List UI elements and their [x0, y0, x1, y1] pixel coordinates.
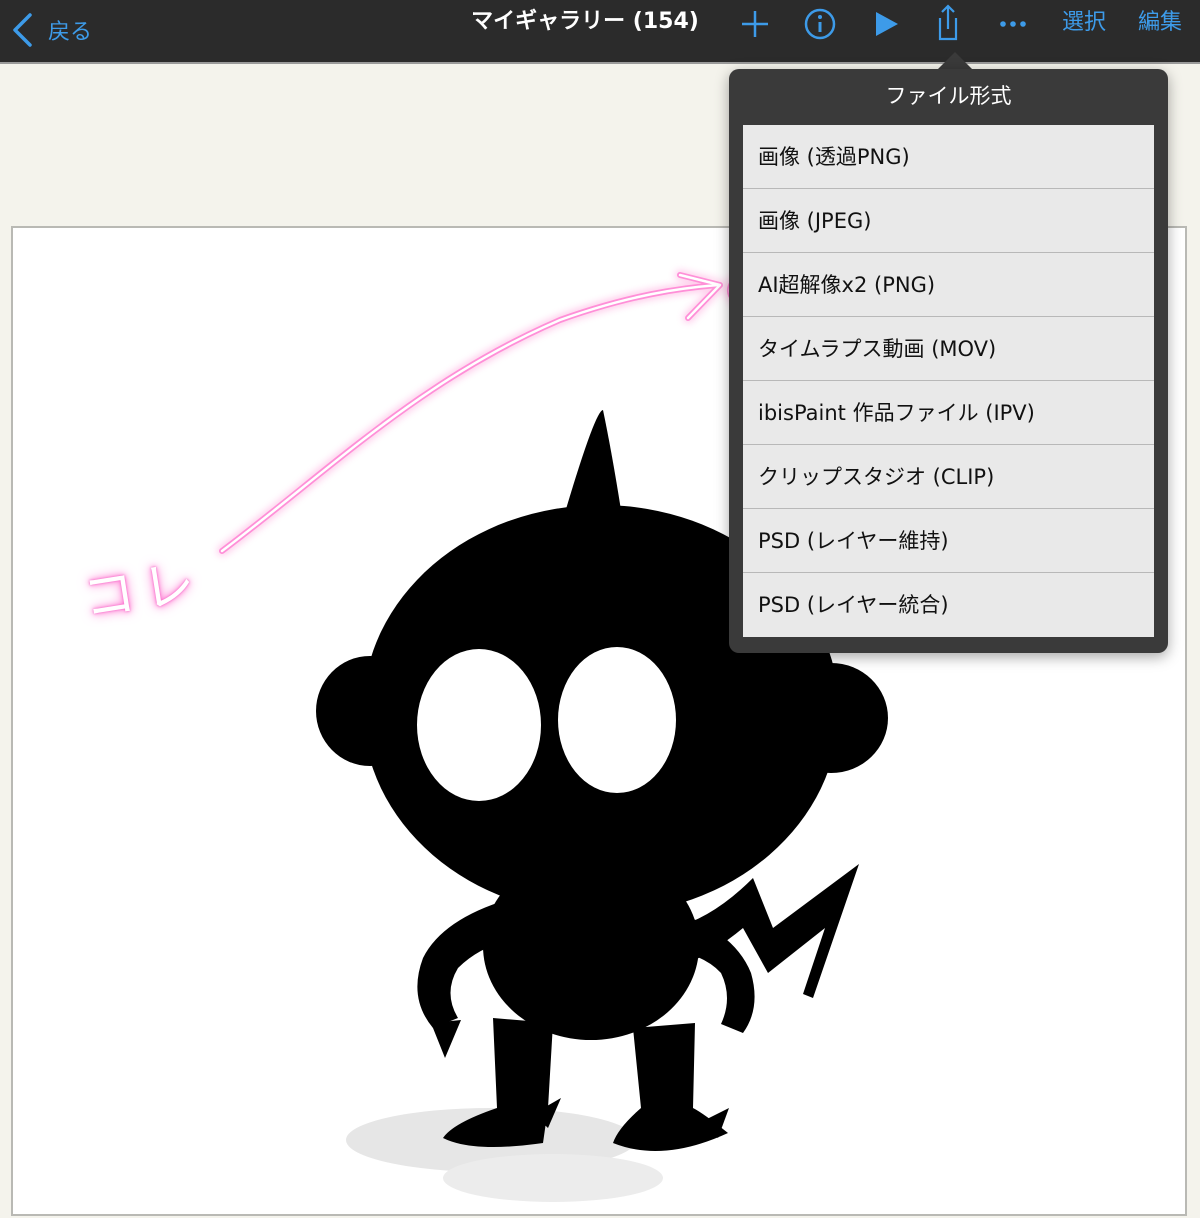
share-icon[interactable]: [926, 2, 970, 46]
info-icon[interactable]: [798, 2, 842, 46]
format-item-ai-superres-png[interactable]: AI超解像x2 (PNG): [743, 253, 1154, 317]
plus-icon[interactable]: [733, 2, 777, 46]
file-format-popover: ファイル形式 画像 (透過PNG) 画像 (JPEG) AI超解像x2 (PNG…: [729, 69, 1168, 653]
more-icon[interactable]: [991, 2, 1035, 46]
select-button[interactable]: 選択: [1062, 6, 1106, 40]
format-item-transparent-png[interactable]: 画像 (透過PNG): [743, 125, 1154, 189]
popover-arrow: [937, 52, 973, 70]
format-item-psd-layers[interactable]: PSD (レイヤー維持): [743, 509, 1154, 573]
format-item-timelapse-mov[interactable]: タイムラプス動画 (MOV): [743, 317, 1154, 381]
format-item-clip[interactable]: クリップスタジオ (CLIP): [743, 445, 1154, 509]
play-icon[interactable]: [864, 2, 908, 46]
top-navigation-bar: 戻る マイギャラリー (154) 選択 編集: [0, 0, 1200, 64]
popover-title: ファイル形式: [885, 84, 1012, 108]
format-item-psd-merged[interactable]: PSD (レイヤー統合): [743, 573, 1154, 637]
format-item-ipv[interactable]: ibisPaint 作品ファイル (IPV): [743, 381, 1154, 445]
file-format-list: 画像 (透過PNG) 画像 (JPEG) AI超解像x2 (PNG) タイムラプ…: [743, 125, 1154, 637]
edit-button[interactable]: 編集: [1138, 6, 1182, 40]
format-item-jpeg[interactable]: 画像 (JPEG): [743, 189, 1154, 253]
